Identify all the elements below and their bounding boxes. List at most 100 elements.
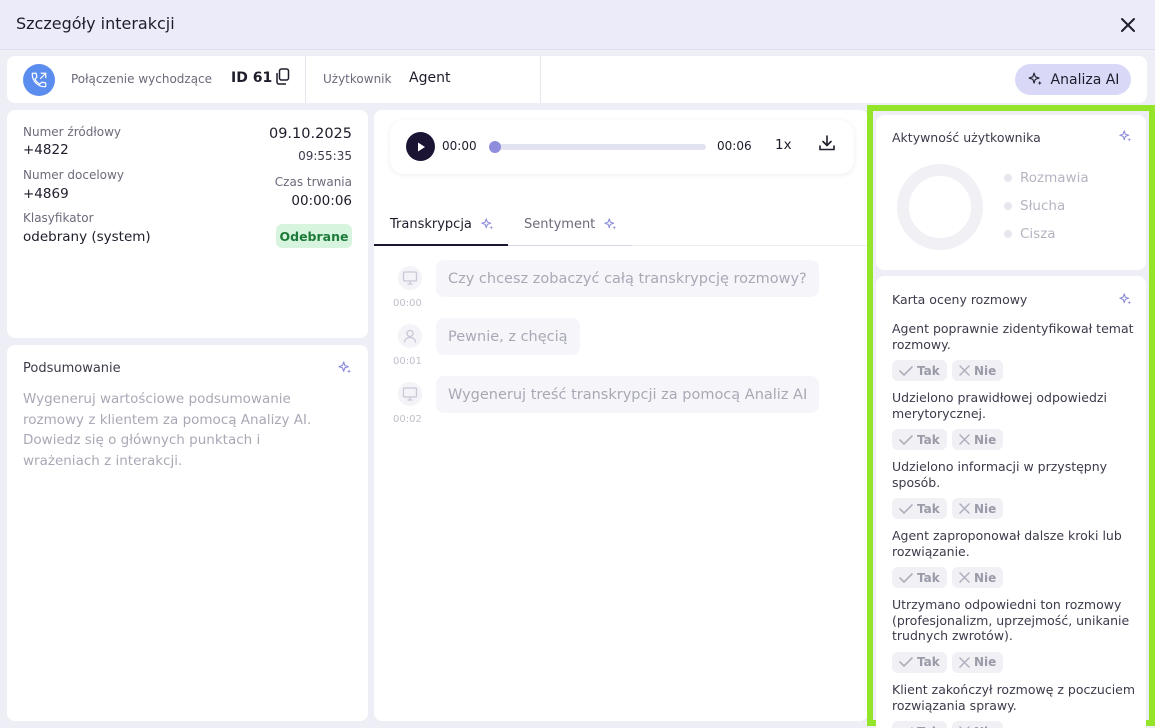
scorecard-card: Karta oceny rozmowy Agent poprawnie zide…	[876, 276, 1146, 728]
answer-yes-label: Tak	[917, 432, 940, 447]
call-details-card: Numer źródłowy +4822 Numer docelowy +486…	[7, 110, 368, 338]
scorecard-question: Utrzymano odpowiedni ton rozmowy (profes…	[892, 597, 1130, 643]
play-icon	[417, 142, 425, 151]
transcript-panel: 00:00 00:06 1x Transkrypcja Sentyment 00…	[374, 110, 868, 721]
sparkle-icon	[1119, 130, 1132, 142]
divider	[305, 56, 306, 103]
call-date: 09.10.2025	[268, 126, 352, 142]
classifier-label: Klasyfikator	[23, 211, 94, 225]
ai-analysis-label: Analiza AI	[1050, 71, 1120, 88]
interaction-info-bar: Połączenie wychodzące ID 61 Użytkownik A…	[7, 56, 1147, 103]
scorecard-question: Klient zakończył rozmowę z poczuciem roz…	[892, 682, 1136, 713]
answer-yes-button[interactable]: Tak	[892, 429, 947, 450]
user-activity-title: Aktywność użytkownika	[892, 130, 1041, 145]
answer-no-label: Nie	[974, 725, 996, 728]
message-bubble: Czy chcesz zobaczyć całą transkrypcję ro…	[436, 260, 819, 297]
current-time: 00:00	[442, 139, 477, 153]
close-icon	[1121, 18, 1135, 32]
interaction-id: ID 61	[231, 70, 273, 86]
status-badge: Odebrane	[276, 224, 352, 248]
answer-yes-button[interactable]: Tak	[892, 651, 947, 673]
legend-listening: Słucha	[1004, 198, 1065, 214]
user-icon	[398, 324, 422, 348]
scorecard-title: Karta oceny rozmowy	[892, 292, 1028, 307]
answer-yes-label: Tak	[917, 570, 940, 585]
answer-no-label: Nie	[974, 432, 997, 447]
summary-title: Podsumowanie	[23, 361, 121, 376]
activity-donut	[897, 164, 983, 250]
playback-speed[interactable]: 1x	[775, 137, 792, 153]
message-time: 00:01	[393, 356, 422, 367]
outgoing-call-icon	[23, 64, 55, 96]
download-button[interactable]	[818, 134, 836, 156]
audio-player: 00:00 00:06 1x	[390, 120, 854, 174]
tab-sentiment[interactable]: Sentyment	[508, 208, 632, 246]
answer-no-label: Nie	[974, 363, 997, 378]
user-activity-card: Aktywność użytkownika Rozmawia Słucha Ci…	[876, 115, 1146, 270]
answer-no-label: Nie	[974, 655, 997, 669]
answer-no-button[interactable]: Nie	[952, 567, 1004, 588]
message-time: 00:00	[393, 298, 422, 309]
x-icon	[959, 434, 970, 445]
title-bar: Szczegóły interakcji	[0, 0, 1155, 50]
x-icon	[959, 503, 970, 514]
ai-analysis-button[interactable]: Analiza AI	[1015, 64, 1131, 95]
download-icon	[819, 135, 835, 151]
sparkle-icon	[1028, 72, 1042, 86]
total-time: 00:06	[717, 139, 752, 153]
answer-no-button[interactable]: Nie	[952, 651, 1004, 673]
answer-no-label: Nie	[974, 501, 997, 516]
copy-id-button[interactable]	[275, 68, 291, 90]
answer-yes-label: Tak	[917, 725, 940, 728]
tab-label: Transkrypcja	[390, 217, 472, 232]
answer-yes-button[interactable]: Tak	[892, 498, 947, 519]
scorecard-question: Agent poprawnie zidentyfikował temat roz…	[892, 321, 1134, 352]
user-value: Agent	[409, 70, 451, 86]
sparkle-icon	[604, 218, 617, 230]
call-type-label: Połączenie wychodzące	[71, 72, 213, 86]
divider	[540, 56, 541, 103]
answer-yes-button[interactable]: Tak	[892, 721, 947, 728]
duration-label: Czas trwania	[274, 175, 352, 189]
x-icon	[959, 572, 970, 583]
duration-value: 00:00:06	[291, 193, 352, 209]
answer-no-label: Nie	[974, 570, 997, 585]
tab-transcript[interactable]: Transkrypcja	[374, 208, 508, 246]
message-bubble: Pewnie, z chęcią	[436, 318, 580, 355]
answer-yes-button[interactable]: Tak	[892, 567, 947, 588]
check-icon	[899, 365, 913, 376]
answer-yes-label: Tak	[917, 501, 940, 516]
check-icon	[899, 434, 913, 445]
source-number-value: +4822	[23, 142, 69, 158]
answer-no-button[interactable]: Nie	[952, 498, 1004, 519]
user-label: Użytkownik	[323, 72, 392, 86]
scorecard-question: Udzielono prawidłowej odpowiedzi merytor…	[892, 390, 1107, 421]
legend-silence: Cisza	[1004, 226, 1056, 242]
call-time: 09:55:35	[298, 149, 352, 163]
message-bubble: Wygeneruj treść transkrypcji za pomocą A…	[436, 376, 820, 413]
message-time: 00:02	[393, 414, 422, 425]
answer-yes-button[interactable]: Tak	[892, 360, 947, 381]
check-icon	[899, 503, 913, 514]
progress-track[interactable]	[489, 141, 706, 153]
answer-yes-label: Tak	[917, 655, 940, 669]
answer-no-button[interactable]: Nie	[952, 721, 1004, 728]
source-number-label: Numer źródłowy	[23, 125, 121, 139]
x-icon	[959, 656, 970, 668]
progress-knob[interactable]	[489, 141, 501, 153]
tab-label: Sentyment	[524, 217, 596, 232]
check-icon	[899, 657, 913, 667]
scorecard-question: Agent zaproponował dalsze kroki lub rozw…	[892, 528, 1122, 559]
answer-yes-label: Tak	[917, 363, 940, 378]
answer-no-button[interactable]: Nie	[952, 360, 1004, 381]
legend-talking: Rozmawia	[1004, 170, 1089, 186]
copy-icon	[276, 68, 290, 85]
close-button[interactable]	[1115, 12, 1141, 38]
ai-analysis-panel: Aktywność użytkownika Rozmawia Słucha Ci…	[867, 105, 1155, 728]
answer-no-button[interactable]: Nie	[952, 429, 1004, 450]
window-title: Szczegóły interakcji	[16, 14, 175, 33]
target-number-label: Numer docelowy	[23, 168, 124, 182]
sparkle-icon	[1119, 293, 1132, 305]
play-button[interactable]	[406, 132, 435, 161]
check-icon	[899, 572, 913, 583]
